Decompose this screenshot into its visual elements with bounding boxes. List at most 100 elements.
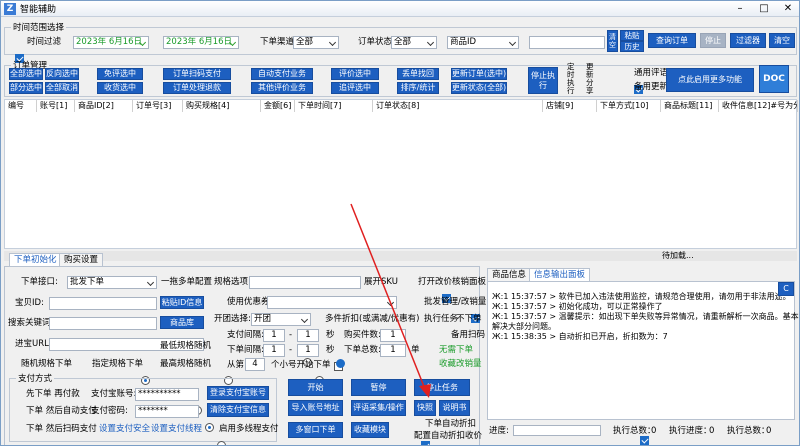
tab-product-info[interactable]: 商品信息 — [487, 268, 532, 281]
auto-discount-checkbox[interactable] — [639, 436, 649, 445]
enable-more-features-button[interactable]: 点此启用更多功能 — [666, 68, 754, 92]
review-select-button[interactable]: 评价选中 — [331, 68, 379, 80]
invert-select-button[interactable]: 反向选中 — [45, 68, 79, 80]
col-header[interactable]: 编号 — [5, 100, 37, 112]
col-header[interactable]: 购买规格[4] — [183, 100, 261, 112]
launch-select[interactable]: 开团 — [251, 313, 311, 326]
col-header[interactable]: 订单状态[8] — [373, 100, 543, 112]
pay-thread-link[interactable]: 设置支付线程 — [151, 424, 202, 435]
minimize-icon[interactable]: – — [729, 1, 751, 16]
order-table[interactable]: 编号 账号[1] 商品ID[2] 订单号[3] 购买规格[4] 金额[6] 下单… — [4, 99, 798, 249]
one-to-many-label[interactable]: 一拖多单配置 — [161, 277, 212, 288]
select-all-button[interactable]: 全部选中 — [9, 68, 43, 80]
col-header[interactable]: 店铺[9] — [543, 100, 597, 112]
pay-safety-link[interactable]: 设置支付安全 — [99, 424, 150, 435]
baby-id-input[interactable] — [49, 297, 157, 310]
pay-interval-min[interactable]: 1 — [263, 329, 285, 342]
lost-order-recover-button[interactable]: 丢单找回 — [397, 68, 439, 80]
tab-purchase-settings[interactable]: 购买设置 — [59, 253, 104, 266]
no-review-select-button[interactable]: 免评选中 — [97, 68, 143, 80]
exec-count-label: 执行总数： — [727, 426, 770, 436]
coupon-select[interactable] — [267, 296, 397, 309]
review-collect-button[interactable]: 评语采集/操作 — [351, 400, 406, 416]
paste-id-button[interactable]: 粘贴ID信息 — [160, 296, 204, 309]
order-channel-label: 下单渠道 — [260, 37, 295, 47]
gear-icon[interactable] — [336, 359, 345, 368]
spec-option-input[interactable] — [249, 276, 361, 289]
start-date-picker[interactable]: 2023年 6月16日 — [73, 36, 149, 49]
output-log-panel: Ж:1 15:37:57 > 软件已加入违法使用监控，请规范合理使用，请勿用于非… — [487, 281, 799, 420]
refund-button[interactable]: 订单处理退款 — [163, 82, 231, 94]
col-header[interactable]: 订单号[3] — [133, 100, 183, 112]
collect-sales-label[interactable]: 收藏改销量 — [439, 359, 482, 370]
search-keyword-label: 搜索关键词: — [8, 318, 54, 328]
pay-interval-max[interactable]: 1 — [297, 329, 319, 342]
close-icon[interactable]: ✕ — [777, 1, 799, 16]
order-channel-select[interactable]: 全部 — [293, 36, 339, 49]
exec-progress-label: 执行进度： — [669, 426, 712, 436]
update-status-all-button[interactable]: 更新状态(全部) — [451, 82, 507, 94]
search-field-select[interactable]: 商品ID — [447, 36, 519, 49]
clear-search-button[interactable]: 清空 — [607, 30, 618, 52]
partial-select-button[interactable]: 部分选中 — [9, 82, 43, 94]
product-library-button[interactable]: 商品库 — [160, 316, 204, 329]
scan-pay-radio[interactable] — [216, 441, 226, 445]
stop-button[interactable]: 停止 — [700, 33, 726, 48]
pay-password-input[interactable]: ******* — [135, 405, 199, 418]
start-from-input[interactable]: 4 — [245, 358, 265, 371]
pause-button[interactable]: 暂停 — [351, 379, 406, 396]
cancel-all-button[interactable]: 全部取消 — [45, 82, 79, 94]
order-status-select[interactable]: 全部 — [391, 36, 437, 49]
doc-icon[interactable]: DOC — [759, 65, 789, 93]
login-alipay-button[interactable]: 登录支付宝账号 — [207, 386, 269, 400]
order-interval-max[interactable]: 1 — [297, 344, 319, 357]
scan-pay-label: 下单 然后扫码支付 — [26, 424, 97, 434]
search-keyword-input[interactable] — [49, 317, 157, 330]
clear-all-button[interactable]: 清空 — [769, 33, 795, 48]
auto-pay-label: 下单 然后自动支付 — [26, 406, 97, 416]
col-header[interactable]: 收件信息[12]#号为分隔 — [719, 100, 798, 112]
col-header[interactable]: 商品ID[2] — [75, 100, 133, 112]
collect-module-button[interactable]: 收藏模块 — [351, 422, 389, 438]
end-date-picker[interactable]: 2023年 6月16日 — [163, 36, 239, 49]
query-order-button[interactable]: 查询订单 — [648, 33, 696, 48]
stop-execute-button[interactable]: 停止执行 — [528, 67, 558, 94]
expand-sku-label[interactable]: 展开SKU — [364, 277, 398, 288]
history-button[interactable]: 历史 — [620, 41, 644, 52]
snapshot-button[interactable]: 快照 — [414, 400, 436, 416]
multi-window-button[interactable]: 多窗口下单 — [288, 422, 343, 438]
auto-pay-radio[interactable] — [205, 423, 214, 432]
other-review-button[interactable]: 其他评价业务 — [251, 82, 313, 94]
col-header[interactable]: 下单时间[7] — [295, 100, 373, 112]
clear-log-button[interactable]: C — [778, 282, 794, 296]
import-address-button[interactable]: 导入账号地址 — [288, 400, 343, 416]
stop-task-button[interactable]: 停止任务 — [414, 379, 470, 396]
timed-execute-label[interactable]: 定时执行 — [567, 63, 576, 95]
order-interval-min[interactable]: 1 — [263, 344, 285, 357]
sort-stats-button[interactable]: 排序/统计 — [397, 82, 439, 94]
order-api-select[interactable]: 批发下单 — [67, 276, 157, 289]
paste-button[interactable]: 粘贴 — [620, 30, 644, 41]
manual-button[interactable]: 说明书 — [439, 400, 470, 416]
scan-pay-order-button[interactable]: 订单扫码支付 — [163, 68, 231, 80]
follow-review-button[interactable]: 追评选中 — [331, 82, 379, 94]
receive-select-button[interactable]: 收货选中 — [97, 82, 143, 94]
tab-output-panel[interactable]: 信息输出面板 — [529, 268, 591, 281]
col-header[interactable]: 下单方式[10] — [597, 100, 661, 112]
total-orders-input[interactable]: 1 — [380, 344, 406, 357]
filter-button[interactable]: 过滤器 — [730, 33, 766, 48]
search-input[interactable] — [529, 36, 605, 49]
clear-alipay-button[interactable]: 清除支付宝信息 — [207, 403, 269, 417]
col-header[interactable]: 金额[6] — [261, 100, 295, 112]
col-header[interactable]: 账号[1] — [37, 100, 75, 112]
auto-pay-button[interactable]: 自动支付业务 — [251, 68, 313, 80]
buy-qty-input[interactable]: 1 — [380, 329, 406, 342]
config-discount-label[interactable]: 配置自动折扣收价 — [414, 431, 482, 442]
tab-order-init[interactable]: 下单初始化 — [9, 253, 62, 266]
maximize-icon[interactable]: □ — [753, 1, 775, 16]
start-button[interactable]: 开始 — [288, 379, 343, 396]
update-share-label[interactable]: 更新分享 — [586, 63, 595, 95]
update-order-selected-button[interactable]: 更新订单(选中) — [451, 68, 507, 80]
alipay-account-input[interactable]: ********** — [135, 388, 199, 401]
col-header[interactable]: 商品标题[11] — [661, 100, 719, 112]
